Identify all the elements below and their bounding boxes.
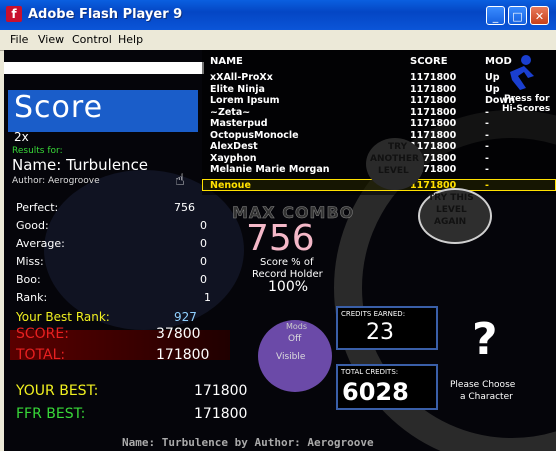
player-score: 1171800 <box>410 118 457 129</box>
judgement-value: 0 <box>200 273 207 286</box>
leaderboard-row[interactable]: Elite Ninja 1171800 Up <box>202 84 556 96</box>
close-button[interactable]: ✕ <box>530 6 549 25</box>
score-label: SCORE: <box>16 326 69 342</box>
record-caption-1: Score % of <box>260 257 314 268</box>
player-mod: - <box>485 129 489 141</box>
choose-character-line2: a Character <box>460 392 513 402</box>
hiscores-runner-icon <box>510 55 534 90</box>
song-author: Author: Aerogroove <box>12 176 100 186</box>
your-best-value: 171800 <box>194 383 248 399</box>
player-mod: Up <box>485 72 500 83</box>
total-credits-value: 6028 <box>342 378 409 406</box>
player-score: 1171800 <box>410 72 457 83</box>
try-again-line2: LEVEL <box>436 205 467 215</box>
player-name: ~Zeta~ <box>210 106 251 118</box>
player-name: Elite Ninja <box>210 83 265 95</box>
hiscores-label-1[interactable]: Press for <box>504 94 550 104</box>
hiscores-button[interactable] <box>504 54 538 92</box>
mods-off: Off <box>288 334 302 344</box>
player-mod: - <box>485 141 489 152</box>
player-mod: Up <box>485 83 500 95</box>
top-white-bar <box>4 62 204 74</box>
menu-file[interactable]: File <box>10 33 28 46</box>
credits-earned-label: CREDITS EARNED: <box>341 310 406 318</box>
score-value: 37800 <box>156 326 201 342</box>
footer-song-info: Name: Turbulence by Author: Aerogroove <box>122 436 374 449</box>
best-rank-value: 927 <box>174 310 197 324</box>
song-name: Name: Turbulence <box>12 156 149 174</box>
cursor-hand-icon: ☝ <box>175 170 185 189</box>
player-mod: - <box>485 180 489 191</box>
player-score: 1171800 <box>410 106 457 118</box>
player-mod: - <box>485 106 489 118</box>
judgement-value: 0 <box>200 255 207 268</box>
flash-app-icon: f <box>6 6 22 22</box>
menu-control[interactable]: Control <box>72 33 112 46</box>
choose-character-line1: Please Choose <box>450 380 516 390</box>
judgement-label: Miss: <box>16 255 44 268</box>
judgement-label: Average: <box>16 237 65 250</box>
player-name: AlexDest <box>210 141 258 152</box>
flash-stage[interactable]: Score 2x Results for: Name: Turbulence A… <box>4 50 556 451</box>
leaderboard-col-name: NAME <box>210 56 243 67</box>
minimize-button[interactable]: _ <box>486 6 505 25</box>
ffr-best-label: FFR BEST: <box>16 406 86 422</box>
judgement-label: Perfect: <box>16 201 59 214</box>
hiscores-label-2[interactable]: Hi-Scores <box>502 104 550 114</box>
window-title: Adobe Flash Player 9 <box>28 7 183 22</box>
player-name: Masterpud <box>210 118 268 129</box>
player-name: xXAll-ProXx <box>210 72 273 83</box>
total-label: TOTAL: <box>16 347 66 363</box>
judgement-label: Boo: <box>16 273 41 286</box>
try-again-line1: TRY THIS <box>428 193 474 203</box>
your-best-label: YOUR BEST: <box>16 383 99 399</box>
best-rank-label: Your Best Rank: <box>16 310 110 324</box>
menu-help[interactable]: Help <box>118 33 143 46</box>
player-name: Melanie Marie Morgan <box>210 164 330 175</box>
total-value: 171800 <box>156 347 210 363</box>
score-title: Score <box>14 90 104 125</box>
player-score: 1171800 <box>410 83 457 95</box>
total-credits-box: TOTAL CREDITS: 6028 <box>336 364 438 410</box>
judgement-label: Good: <box>16 219 49 232</box>
record-percent: 100% <box>268 279 309 295</box>
player-name: Nenoue <box>210 180 251 191</box>
player-name: OctopusMonocle <box>210 129 299 141</box>
menu-view[interactable]: View <box>38 33 64 46</box>
player-mod: - <box>485 164 489 175</box>
player-mod: - <box>485 152 489 164</box>
leaderboard-row[interactable]: OctopusMonocle 1171800 - <box>202 130 556 142</box>
mods-label: Mods <box>286 322 308 331</box>
player-name: Xayphon <box>210 152 257 164</box>
leaderboard-row[interactable]: Masterpud 1171800 - <box>202 118 556 130</box>
leaderboard-row[interactable]: xXAll-ProXx 1171800 Up <box>202 72 556 84</box>
total-credits-label: TOTAL CREDITS: <box>341 368 399 376</box>
maximize-button[interactable]: □ <box>508 6 527 25</box>
multiplier: 2x <box>14 130 29 144</box>
credits-earned-value: 23 <box>366 320 394 345</box>
try-another-line3: LEVEL <box>378 166 409 176</box>
menu-bar: File View Control Help <box>0 30 556 51</box>
try-again-line3: AGAIN <box>434 217 467 227</box>
judgement-value: 0 <box>200 219 207 232</box>
player-score: 1171800 <box>410 129 457 141</box>
judgement-label: Rank: <box>16 291 48 304</box>
player-name: Lorem Ipsum <box>210 95 280 106</box>
credits-earned-box: CREDITS EARNED: 23 <box>336 306 438 350</box>
max-combo-value: 756 <box>246 218 315 259</box>
leaderboard-col-score: SCORE <box>410 56 448 67</box>
choose-character-button[interactable]: ? <box>472 314 498 365</box>
judgement-value: 0 <box>200 237 207 250</box>
try-another-line2: ANOTHER <box>370 154 419 164</box>
player-mod: - <box>485 118 489 129</box>
mods-visible: Visible <box>276 352 306 362</box>
player-score: 1171800 <box>410 95 457 106</box>
judgement-value: 756 <box>174 201 195 214</box>
judgement-value: 1 <box>204 291 211 304</box>
ffr-best-value: 171800 <box>194 406 248 422</box>
try-another-line1: TRY <box>388 142 408 152</box>
results-for-label: Results for: <box>12 146 63 156</box>
